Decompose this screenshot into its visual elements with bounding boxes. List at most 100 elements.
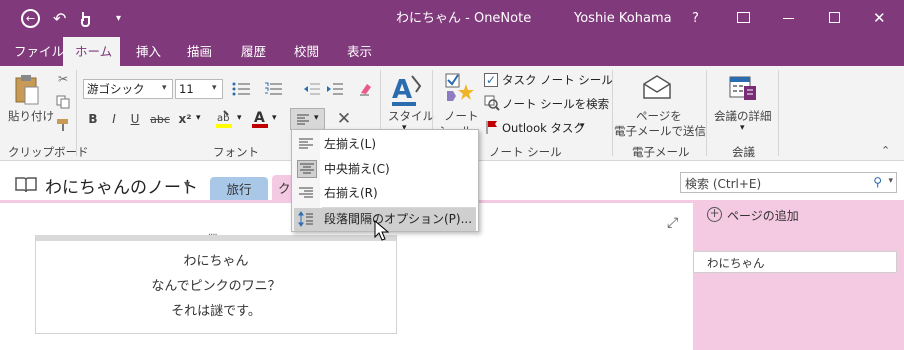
menu-item-align-right[interactable]: 右揃え(R) (294, 182, 476, 205)
touch-mode-icon[interactable] (78, 10, 90, 27)
section-tab-label: ク (278, 181, 291, 196)
menu-item-label: 左揃え(L) (324, 137, 377, 151)
tab-insert[interactable]: 挿入 (124, 37, 173, 66)
superscript-button[interactable]: x² (176, 110, 194, 128)
tab-view[interactable]: 表示 (335, 37, 384, 66)
underline-button[interactable]: U (127, 110, 143, 128)
chevron-down-icon[interactable]: ▾ (314, 113, 319, 123)
tab-history[interactable]: 履歴 (229, 37, 278, 66)
menu-item-label: 中央揃え(C) (324, 162, 390, 176)
chevron-down-icon[interactable]: ▾ (196, 113, 201, 123)
font-name-select[interactable]: 游ゴシック (83, 79, 173, 99)
note-line[interactable]: それは謎です。 (36, 300, 396, 319)
add-page-label: ページの追加 (727, 209, 799, 223)
svg-text:A: A (392, 75, 412, 105)
maximize-icon[interactable] (829, 12, 840, 23)
find-tags-label[interactable]: ノート シールを検索 (502, 96, 609, 112)
tab-home[interactable]: ホーム (63, 37, 120, 66)
todo-checkbox-icon[interactable]: ✓ (484, 73, 498, 87)
search-icon[interactable]: ⚲ (873, 175, 882, 189)
bullets-icon[interactable] (229, 79, 255, 99)
notebook-name[interactable]: わにちゃんのノート (45, 173, 198, 198)
minimize-icon[interactable] (783, 18, 794, 19)
back-icon[interactable]: ← (21, 9, 40, 28)
outlook-tasks-label[interactable]: Outlook タスク (502, 120, 585, 136)
align-left-icon[interactable] (293, 110, 313, 128)
customize-qat-icon[interactable]: ▾ (116, 0, 121, 37)
group-divider (612, 70, 613, 156)
email-icon[interactable] (642, 74, 672, 100)
bold-button[interactable]: B (85, 110, 101, 128)
page-title: わにちゃん (707, 256, 765, 270)
search-input[interactable]: 検索 (Ctrl+E) ⚲ ▾ (680, 172, 897, 193)
chevron-down-icon[interactable]: ▾ (272, 113, 277, 123)
email-label-2[interactable]: 電子メールで送信 (614, 123, 706, 139)
meetings-group-label: 会議 (732, 145, 755, 159)
align-left-icon (298, 136, 316, 152)
outlook-flag-icon[interactable] (486, 119, 498, 134)
paste-button-label[interactable]: 貼り付け (8, 108, 54, 124)
group-divider (706, 70, 707, 156)
page-list: + ページの追加 わにちゃん (693, 203, 904, 350)
font-group-label: フォント (213, 145, 259, 159)
page-list-item[interactable]: わにちゃん (693, 251, 897, 273)
styles-icon[interactable]: A (390, 72, 424, 108)
drag-dots-icon[interactable]: ···· (208, 230, 218, 241)
menu-item-label: 右揃え(R) (324, 186, 378, 200)
italic-button[interactable]: I (106, 110, 122, 128)
highlight-icon[interactable]: ab (213, 108, 235, 130)
add-page-button[interactable]: + ページの追加 (707, 207, 897, 225)
undo-icon[interactable]: ↶ (53, 0, 66, 37)
chevron-down-icon[interactable]: ▾ (740, 123, 745, 133)
paragraph-spacing-icon (298, 211, 316, 227)
tab-draw[interactable]: 描画 (175, 37, 224, 66)
cut-icon[interactable]: ✂ (55, 71, 71, 87)
find-tags-icon[interactable] (484, 95, 500, 111)
chevron-down-icon[interactable]: ▾ (212, 83, 217, 93)
note-line[interactable]: なんでピンクのワニ？ (36, 275, 396, 294)
note-tag-label-1[interactable]: ノート (444, 108, 479, 124)
meeting-details-label[interactable]: 会議の詳細 (714, 108, 772, 124)
format-painter-icon[interactable] (55, 117, 71, 133)
note-container[interactable]: ···· わにちゃん なんでピンクのワニ？ それは謎です。 (35, 230, 397, 334)
paste-icon[interactable] (14, 74, 39, 105)
group-divider (778, 70, 779, 156)
copy-icon[interactable] (55, 94, 71, 110)
help-icon[interactable]: ? (692, 0, 699, 37)
group-divider (76, 70, 77, 156)
close-icon[interactable]: ✕ (873, 0, 886, 37)
meeting-details-icon[interactable] (728, 72, 758, 102)
search-placeholder: 検索 (Ctrl+E) (685, 177, 762, 191)
increase-indent-icon[interactable] (325, 79, 345, 99)
ribbon-display-options-icon[interactable] (737, 12, 750, 23)
align-center-icon (297, 160, 317, 178)
chevron-down-icon[interactable]: ▾ (888, 176, 893, 186)
decrease-indent-icon[interactable] (302, 79, 322, 99)
styles-button-label[interactable]: スタイル (388, 108, 434, 124)
note-tag-icon[interactable] (444, 72, 474, 104)
todo-tag-label[interactable]: タスク ノート シール (502, 72, 613, 88)
email-label-1[interactable]: ページを (636, 108, 682, 124)
user-name[interactable]: Yoshie Kohama (574, 0, 672, 37)
notebook-icon[interactable] (14, 176, 38, 194)
chevron-down-icon[interactable]: ▾ (162, 83, 167, 93)
tab-review[interactable]: 校閲 (282, 37, 331, 66)
menu-item-label: 段落間隔のオプション(P)... (324, 212, 473, 226)
font-color-icon[interactable]: A (250, 108, 270, 130)
delete-icon[interactable]: ✕ (334, 108, 354, 130)
chevron-down-icon[interactable]: ▾ (184, 177, 190, 191)
clear-formatting-icon[interactable] (356, 79, 376, 99)
strikethrough-button[interactable]: abc (148, 110, 172, 128)
collapse-ribbon-icon[interactable]: ⌃ (881, 144, 890, 157)
chevron-down-icon[interactable]: ▾ (237, 113, 242, 123)
window-title: わにちゃん - OneNote (396, 11, 532, 26)
expand-icon[interactable]: ⤢ (667, 215, 678, 231)
note-line[interactable]: わにちゃん (36, 250, 396, 269)
email-group-label: 電子メール (632, 145, 690, 159)
align-right-icon (298, 185, 316, 201)
menu-item-align-left[interactable]: 左揃え(L) (294, 133, 476, 156)
ribbon-tabs: ファイル ホーム 挿入 描画 履歴 校閲 表示 (0, 37, 904, 66)
chevron-down-icon[interactable]: ▾ (580, 121, 585, 131)
menu-item-align-center[interactable]: 中央揃え(C) (294, 158, 476, 181)
numbering-icon[interactable] (261, 79, 287, 99)
